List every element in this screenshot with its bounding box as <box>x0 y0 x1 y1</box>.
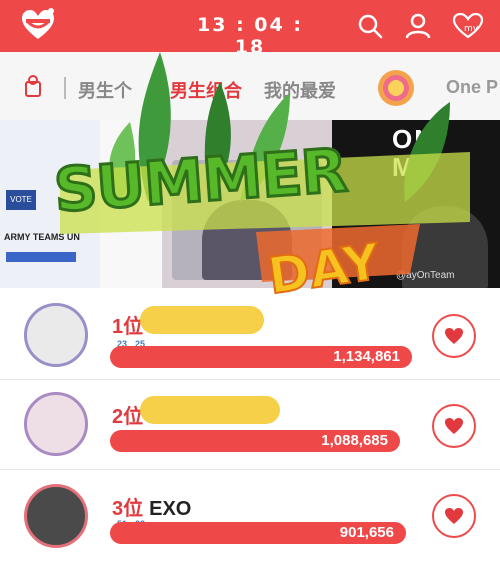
tab-male-group[interactable]: 男生组合 <box>170 77 242 103</box>
app-logo-icon[interactable] <box>20 8 56 42</box>
heart-icon <box>445 328 463 344</box>
poster-headline: ARMY TEAMS UN <box>4 232 80 242</box>
tab-my-favorites[interactable]: 我的最爱 <box>264 77 336 103</box>
ranking-row-3[interactable]: 3位EXO 51 23 901,656 <box>0 470 500 560</box>
search-icon[interactable] <box>356 12 384 40</box>
vote-heart-button[interactable] <box>432 404 476 448</box>
avatar <box>24 392 88 456</box>
banner-photo-center <box>162 120 332 288</box>
category-tabs: 男生个 男生组合 我的最爱 One P <box>0 52 500 120</box>
vote-count: 1,134,861 <box>333 348 400 365</box>
heart-dream-awards-logo[interactable] <box>372 68 420 108</box>
vote-bar: 1,134,861 <box>110 346 412 368</box>
top-bar: 13 : 04 : 18 my <box>0 0 500 58</box>
svg-text:my: my <box>464 24 479 34</box>
tab-male-solo[interactable]: 男生个 <box>78 77 132 103</box>
vote-count: 1,088,685 <box>321 432 388 449</box>
vote-bar: 1,088,685 <box>110 430 400 452</box>
tab-one-pick[interactable]: One P <box>446 77 498 98</box>
user-icon[interactable] <box>404 12 432 40</box>
redaction-scribble <box>140 306 264 334</box>
event-banner[interactable]: ARMY TEAMS UN VOTE ON M @ayOnTeam <box>0 120 500 288</box>
right-title-line1: ON <box>392 124 435 154</box>
my-heart-icon[interactable]: my <box>452 12 484 40</box>
heart-icon <box>445 508 463 524</box>
ranking-row-2[interactable]: 2位 3 1,088,685 <box>0 380 500 470</box>
heart-icon <box>445 418 463 434</box>
poster-star-strip <box>6 252 76 262</box>
ranking-row-1[interactable]: 1位 23 25 1,134,861 <box>0 290 500 380</box>
vote-heart-button[interactable] <box>432 494 476 538</box>
vote-count: 901,656 <box>339 524 394 541</box>
banner-pattern <box>100 120 162 288</box>
tab-divider <box>64 77 66 99</box>
right-handle: @ayOnTeam <box>396 270 455 281</box>
banner-poster-left: ARMY TEAMS UN VOTE <box>0 120 100 288</box>
banner-photo-right: ON M @ayOnTeam <box>332 120 500 288</box>
vote-bar: 901,656 <box>110 522 406 544</box>
avatar <box>24 484 88 548</box>
right-title-line2: M <box>392 152 414 182</box>
pin-icon[interactable] <box>24 74 42 98</box>
redaction-scribble <box>140 396 280 424</box>
vote-heart-button[interactable] <box>432 314 476 358</box>
poster-vote-label: VOTE <box>6 190 36 210</box>
avatar <box>24 303 88 367</box>
